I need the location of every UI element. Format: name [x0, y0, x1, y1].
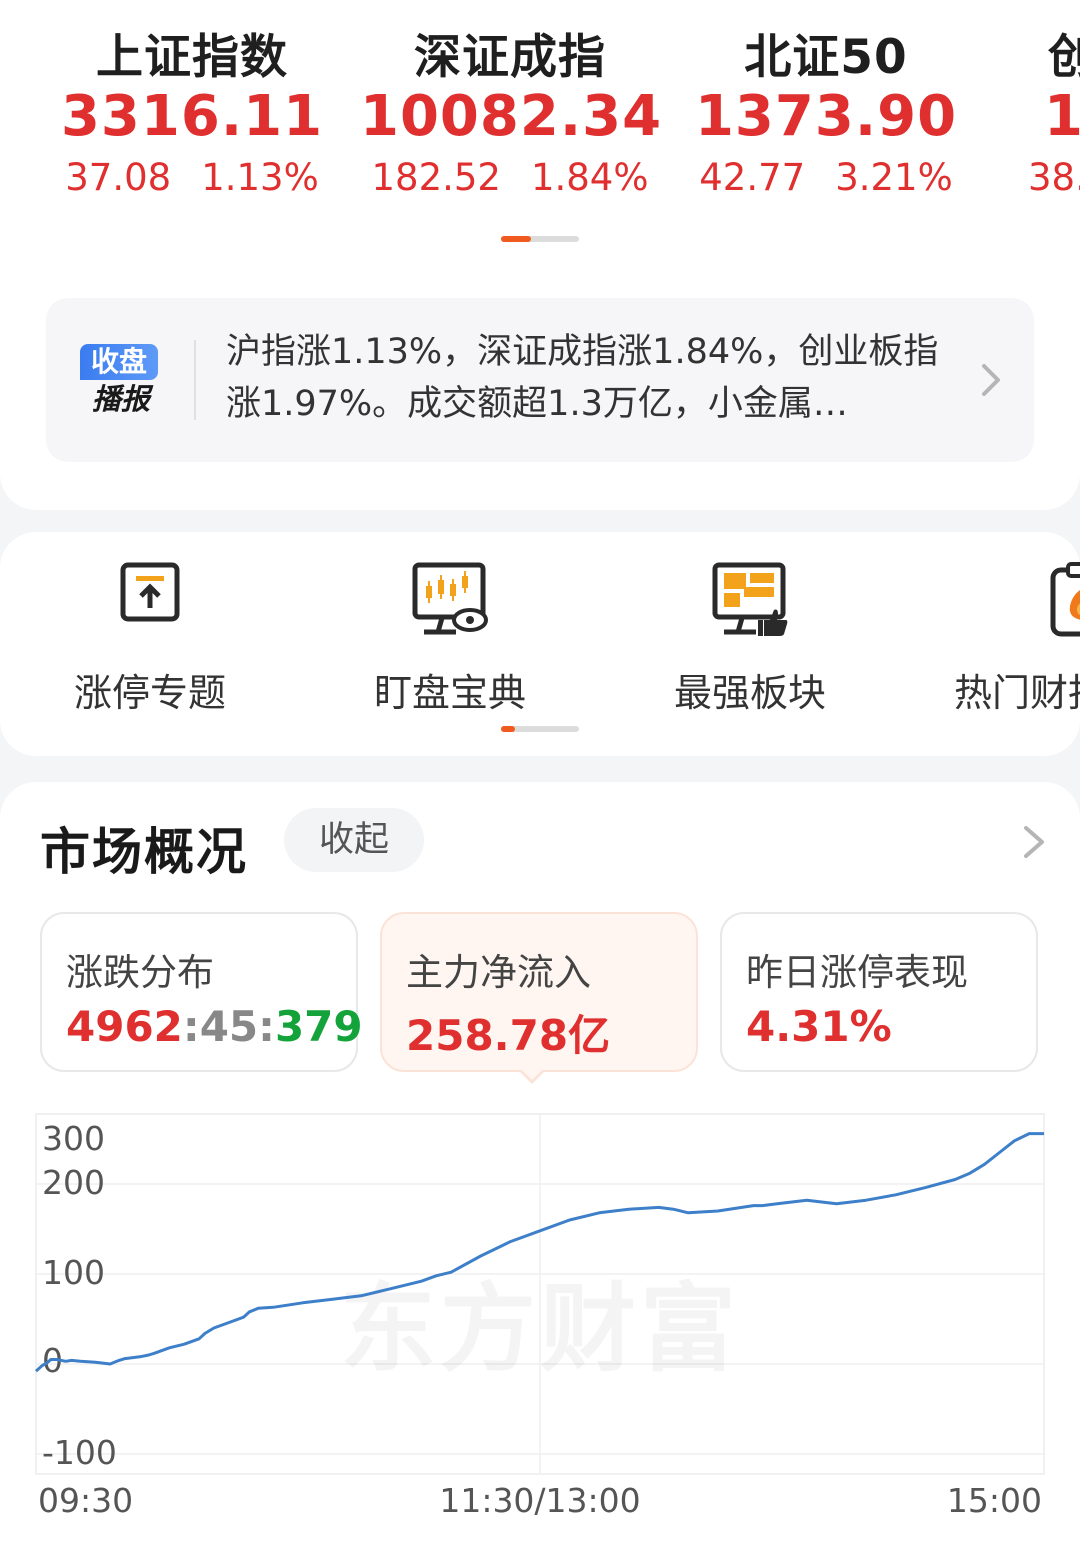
index-name: 上证指数: [96, 30, 288, 85]
index-change-points: 42.77: [699, 156, 806, 199]
shortcut-label: 最强板块: [673, 671, 826, 715]
decliners-count: 379: [274, 1002, 363, 1051]
y-axis: 3002001000-100: [42, 1119, 117, 1472]
section-title: 市场概况: [40, 823, 248, 881]
index-change: 182.52 1.84%: [360, 156, 660, 199]
advancers-count: 4962: [66, 1002, 183, 1051]
index-value: 1373.90: [694, 84, 958, 149]
shortcut-market-watch-guide[interactable]: 盯盘宝典: [330, 532, 570, 732]
index-value: 1: [1044, 84, 1080, 149]
shortcut-label: 涨停专题: [73, 671, 226, 715]
chevron-right-icon[interactable]: [972, 356, 1012, 404]
closing-broadcast-banner[interactable]: 收盘 播报 沪指涨1.13%，深证成指涨1.84%，创业板指涨1.97%。成交额…: [46, 298, 1034, 462]
shortcut-menu-card: 涨停专题 盯盘宝典 最强板块 热门财: [0, 532, 1080, 756]
stat-value: 4.31%: [746, 1002, 892, 1051]
stat-tile-main-net-inflow[interactable]: 主力净流入 258.78亿: [380, 912, 698, 1072]
x-tick-label: 09:30: [38, 1481, 133, 1520]
index-carousel-indicator-active: [501, 236, 531, 242]
y-tick-label: 200: [42, 1163, 105, 1202]
index-change-points: 37.08: [65, 156, 172, 199]
shortcut-limit-up-topic[interactable]: 涨停专题: [30, 532, 270, 732]
shortcut-label: 盯盘宝典: [373, 671, 526, 715]
x-tick-label: 15:00: [947, 1481, 1042, 1520]
broadcast-badge-bottom: 播报: [91, 382, 150, 416]
index-change: 38.: [1028, 156, 1080, 199]
advance-decline-counts: 4962:45:379: [66, 1002, 363, 1051]
shortcut-carousel-indicator: [501, 726, 579, 732]
index-name: 创: [1048, 30, 1080, 85]
limit-up-topic-icon: [120, 562, 180, 622]
stat-tile-yesterday-limit-up[interactable]: 昨日涨停表现 4.31%: [720, 912, 1038, 1072]
market-overview-card: 市场概况 收起 涨跌分布 4962:45:379 主力净流入 258.78亿 昨…: [0, 782, 1080, 1542]
index-carousel-indicator: [501, 236, 579, 242]
y-tick-label: 300: [42, 1119, 105, 1158]
shortcut-hot-financial-reports[interactable]: 热门财报: [912, 532, 1080, 732]
stat-tile-advance-decline[interactable]: 涨跌分布 4962:45:379: [40, 912, 363, 1072]
stat-label: 昨日涨停表现: [746, 951, 968, 994]
y-tick-label: -100: [42, 1433, 117, 1472]
x-axis: 09:30 11:30/13:00 15:00: [38, 1481, 1042, 1520]
market-watch-guide-icon: [412, 562, 488, 635]
index-change: 42.77 3.21%: [676, 156, 976, 199]
index-change-points: 38.: [1028, 156, 1080, 199]
chevron-right-icon[interactable]: [1016, 820, 1052, 864]
separator: :: [258, 1002, 275, 1051]
main-net-inflow-chart: 东方财富 3002001000-100 09:3011:30/13:0015:0…: [34, 1113, 1045, 1520]
broadcast-summary-text: 沪指涨1.13%，深证成指涨1.84%，创业板指涨1.97%。成交额超1.3万亿…: [226, 332, 939, 424]
index-ticker-card: 上证指数 3316.11 37.08 1.13% 深证成指 10082.34 18…: [0, 0, 1080, 510]
x-tick-label: 11:30/13:00: [439, 1481, 640, 1520]
collapse-button[interactable]: 收起: [284, 808, 424, 872]
index-change-percent: 3.21%: [835, 156, 953, 199]
broadcast-divider: [194, 340, 196, 420]
index-change-percent: 1.13%: [201, 156, 319, 199]
stat-label: 主力净流入: [406, 951, 591, 994]
hot-financial-reports-icon: [1050, 562, 1080, 637]
index-change-percent: 1.84%: [530, 156, 649, 199]
index-value: 3316.11: [60, 84, 324, 149]
index-value: 10082.34: [360, 84, 663, 149]
shortcut-carousel-indicator-active: [501, 726, 515, 732]
stat-label: 涨跌分布: [66, 951, 214, 994]
separator: :: [182, 1002, 200, 1051]
closing-broadcast-logo: 收盘 播报: [80, 338, 164, 422]
y-tick-label: 100: [42, 1253, 105, 1292]
watermark: 东方财富: [340, 1273, 740, 1385]
index-change: 37.08 1.13%: [42, 156, 342, 199]
shortcut-strongest-sectors[interactable]: 最强板块: [630, 532, 870, 732]
unchanged-count: 45: [199, 1002, 259, 1051]
index-name: 北证50: [744, 30, 908, 85]
shortcut-label: 热门财报: [954, 671, 1080, 715]
index-change-points: 182.52: [371, 156, 501, 199]
strongest-sectors-icon: [712, 562, 788, 636]
stat-value: 258.78亿: [406, 1011, 611, 1060]
selected-tile-pointer: [518, 1068, 546, 1084]
broadcast-badge-top: 收盘: [80, 344, 158, 380]
index-name: 深证成指: [414, 30, 606, 85]
